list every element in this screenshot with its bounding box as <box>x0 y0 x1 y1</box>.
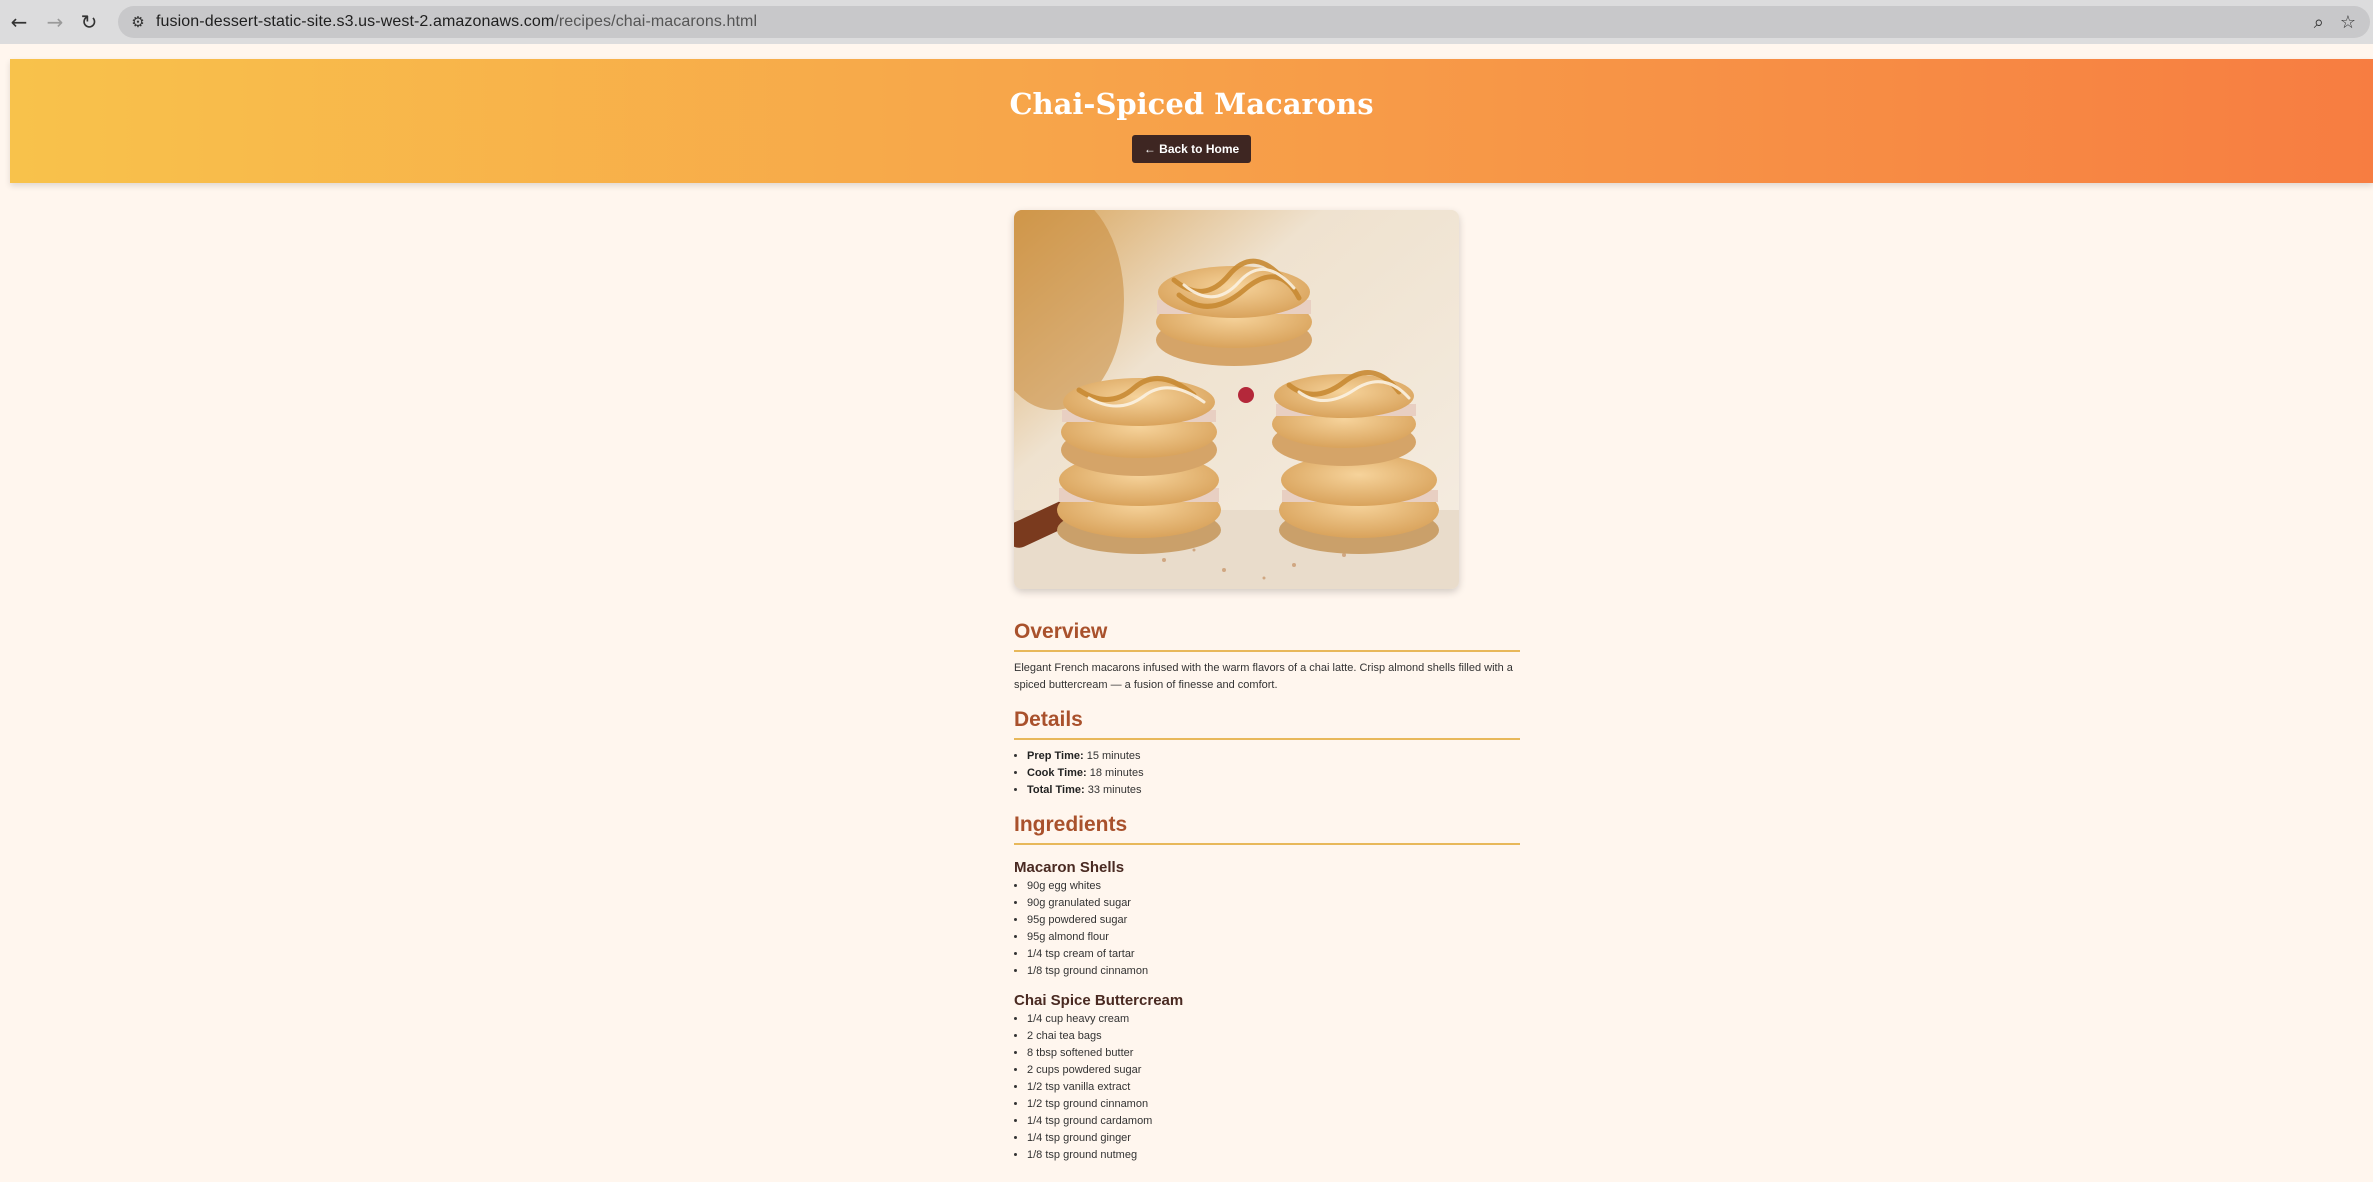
recipe-content: Overview Elegant French macarons infused… <box>1014 620 1520 1164</box>
overview-text: Elegant French macarons infused with the… <box>1014 662 1513 691</box>
list-item: 90g granulated sugar <box>1027 895 1520 912</box>
list-item: 8 tbsp softened butter <box>1027 1045 1520 1062</box>
forward-arrow-icon[interactable]: → <box>40 7 70 37</box>
page-header: Chai-Spiced Macarons ← Back to Home <box>10 59 2373 183</box>
list-item: 2 chai tea bags <box>1027 1028 1520 1045</box>
list-item: 95g powdered sugar <box>1027 912 1520 929</box>
ingredients-heading: Ingredients <box>1014 813 1520 845</box>
ingredient-group-title: Macaron Shells <box>1014 859 1125 876</box>
overview-heading: Overview <box>1014 620 1520 652</box>
ingredient-list: 90g egg whites 90g granulated sugar 95g … <box>1014 878 1520 980</box>
list-item: 2 cups powdered sugar <box>1027 1062 1520 1079</box>
recipe-photo <box>1014 210 1459 589</box>
address-bar[interactable]: ⚙ fusion-dessert-static-site.s3.us-west-… <box>118 6 2370 38</box>
detail-label: Total Time: <box>1027 784 1085 796</box>
list-item: 95g almond flour <box>1027 929 1520 946</box>
list-item: Total Time: 33 minutes <box>1027 782 1520 799</box>
list-item: 1/4 cup heavy cream <box>1027 1011 1520 1028</box>
list-item: 1/4 tsp cream of tartar <box>1027 946 1520 963</box>
url-path: /recipes/chai-macarons.html <box>554 13 758 30</box>
list-item: Prep Time: 15 minutes <box>1027 748 1520 765</box>
list-item: 1/8 tsp ground cinnamon <box>1027 963 1520 980</box>
url-domain: fusion-dessert-static-site.s3.us-west-2.… <box>156 13 555 30</box>
detail-value: 15 minutes <box>1086 750 1141 762</box>
list-item: 1/4 tsp ground ginger <box>1027 1130 1520 1147</box>
browser-toolbar: ← → ↻ ⚙ fusion-dessert-static-site.s3.us… <box>0 0 2373 44</box>
list-item: 1/8 tsp ground nutmeg <box>1027 1147 1520 1164</box>
list-item: Cook Time: 18 minutes <box>1027 765 1520 782</box>
reload-icon[interactable]: ↻ <box>74 7 104 37</box>
list-item: 1/4 tsp ground cardamom <box>1027 1113 1520 1130</box>
back-arrow-icon[interactable]: ← <box>4 7 34 37</box>
list-item: 1/2 tsp ground cinnamon <box>1027 1096 1520 1113</box>
details-heading: Details <box>1014 708 1520 740</box>
ingredient-list: 1/4 cup heavy cream 2 chai tea bags 8 tb… <box>1014 1011 1520 1164</box>
detail-value: 18 minutes <box>1089 767 1144 779</box>
ingredient-group-title: Chai Spice Buttercream <box>1014 992 1184 1009</box>
detail-label: Cook Time: <box>1027 767 1087 779</box>
bookmark-star-icon[interactable]: ☆ <box>2340 12 2356 33</box>
zoom-icon[interactable]: ⌕ <box>2314 12 2324 33</box>
list-item: 1/2 tsp vanilla extract <box>1027 1079 1520 1096</box>
list-item: 90g egg whites <box>1027 878 1520 895</box>
details-list: Prep Time: 15 minutes Cook Time: 18 minu… <box>1014 748 1520 799</box>
url-text[interactable]: fusion-dessert-static-site.s3.us-west-2.… <box>156 13 757 31</box>
detail-label: Prep Time: <box>1027 750 1084 762</box>
back-to-home-button[interactable]: ← Back to Home <box>1131 135 1252 163</box>
detail-value: 33 minutes <box>1087 784 1142 796</box>
page-title: Chai-Spiced Macarons <box>1009 87 1374 121</box>
site-info-icon[interactable]: ⚙ <box>126 10 150 34</box>
